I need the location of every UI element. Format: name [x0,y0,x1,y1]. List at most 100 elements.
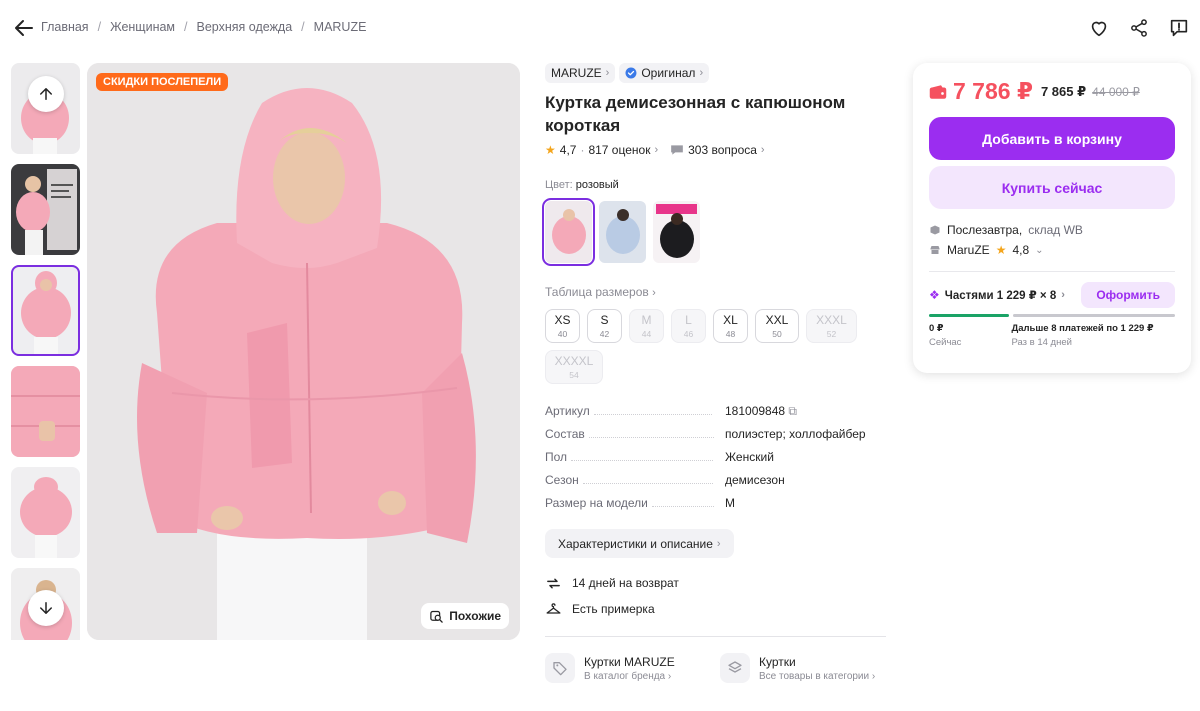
size-table-link[interactable]: Таблица размеров › [545,285,887,299]
installments-button[interactable]: Оформить [1081,282,1175,308]
delivery-where: склад WB [1028,223,1083,237]
plan-now-label: Сейчас [929,337,962,348]
current-price: 7 786 ₽ [953,78,1033,104]
star-icon: ★ [995,243,1007,257]
star-icon: ★ [545,143,556,157]
installments-icon: ❖ [929,288,940,302]
progress-now [929,314,1009,317]
reviews-link[interactable]: 817 оценок [588,143,650,157]
seller-info[interactable]: MaruZE ★ 4,8 ⌄ [929,241,1175,259]
spec-key: Состав [545,427,585,441]
hanger-icon [546,602,561,614]
plan-later-amount: Дальше 8 платежей по 1 229 ₽ [1011,323,1154,334]
spec-value: полиэстер; холлофайбер [725,427,866,441]
thumbnail-down-button[interactable] [28,590,64,626]
tag-icon [545,653,575,683]
layers-icon [720,653,750,683]
thumbnail-strip [11,63,81,640]
thumbnail-4[interactable] [11,366,80,457]
breadcrumb-item[interactable]: Женщинам [110,20,175,34]
breadcrumb-item[interactable]: Верхняя одежда [197,20,293,34]
delivery-info: Послезавтра, склад WB [929,221,1175,239]
brand-chip[interactable]: MARUZE › [545,63,616,83]
category-link[interactable]: Куртки Все товары в категории › [720,653,879,683]
spec-value: Женский [725,450,774,464]
report-icon[interactable] [1166,15,1192,41]
similar-button[interactable]: Похожие [421,603,509,629]
chevron-right-icon: › [605,67,610,79]
size-option-xxl[interactable]: XXL 50 [755,309,799,343]
catalog-links: Куртки MARUZE В каталог бренда › Куртки … [545,653,887,683]
chevron-right-icon: › [760,144,765,156]
size-option-xs[interactable]: XS 40 [545,309,580,343]
link-subtitle-text: Все товары в категории [759,670,870,682]
seller-name: MaruZE [947,243,990,257]
buy-now-button[interactable]: Купить сейчас [929,166,1175,209]
thumbnail-up-button[interactable] [28,76,64,112]
size-ru: 42 [599,329,610,339]
rating-value: 4,7 [559,143,577,157]
size-label: M [641,313,652,327]
spec-row: Состав полиэстер; холлофайбер [545,427,887,450]
size-option-xxxl-unavailable: XXXL 52 [806,309,857,343]
add-to-cart-button[interactable]: Добавить в корзину [929,117,1175,160]
breadcrumb: Главная / Женщинам / Верхняя одежда / MA… [41,20,366,34]
size-option-s[interactable]: S 42 [587,309,622,343]
breadcrumb-item[interactable]: MARUZE [314,20,367,34]
spec-value: M [725,496,735,510]
feature-fitting: Есть примерка [545,596,887,622]
color-label-key: Цвет: [545,179,573,191]
swatch-black[interactable] [653,201,700,263]
spec-row: Размер на модели M [545,496,887,519]
feature-return: 14 дней на возврат [545,570,887,596]
main-product-photo[interactable]: СКИДКИ ПОСЛЕПЕЛИ Похожие [87,63,520,640]
rating-row: ★ 4,7 · 817 оценок › 303 вопроса › [545,143,887,157]
thumbnail-2[interactable] [11,164,80,255]
back-arrow-icon[interactable] [12,16,36,40]
installments-info[interactable]: ❖ Частями 1 229 ₽ × 8 › [929,288,1065,302]
brand-chips: MARUZE › Оригинал › [545,63,887,83]
plan-later: Дальше 8 платежей по 1 229 ₽ Раз в 14 дн… [1011,323,1153,348]
size-option-xl[interactable]: XL 48 [713,309,748,343]
spec-value: демисезон [725,473,785,487]
feature-label: 14 дней на возврат [572,576,679,590]
delivery-when: Послезавтра, [947,223,1023,237]
size-label: XXL [765,313,789,327]
size-label: XXXL [816,313,847,327]
characteristics-button[interactable]: Характеристики и описание › [545,529,734,558]
plan-now: 0 ₽ Сейчас [929,323,961,348]
return-arrows-icon [547,578,560,588]
color-swatches [542,198,887,266]
spec-leader [588,437,714,438]
spec-row: Артикул 181009848 ⧉ [545,404,887,427]
plan-later-label: Раз в 14 дней [1011,337,1072,348]
original-chip[interactable]: Оригинал › [619,63,710,83]
shop-icon [930,246,940,254]
breadcrumb-item[interactable]: Главная [41,20,89,34]
chevron-right-icon: › [1061,289,1065,301]
thumbnail-5[interactable] [11,467,80,558]
spec-key: Пол [545,450,568,464]
size-ru: 44 [641,329,652,339]
chevron-right-icon: › [716,537,721,550]
questions-link[interactable]: 303 вопроса [688,143,757,157]
size-ru: 52 [826,329,837,339]
spec-leader [582,483,713,484]
copy-icon[interactable]: ⧉ [788,404,797,418]
size-ru: 48 [725,329,736,339]
swatch-blue[interactable] [599,201,646,263]
size-list: XS 40 S 42 M 44 L 46 XL 48 XXL 50 XXXL 52 XXXXL… [545,309,865,384]
size-label: XXXXL [554,354,594,368]
thumbnail-3-selected[interactable] [11,265,80,356]
spec-row: Пол Женский [545,450,887,473]
wallet-icon [929,84,947,99]
swatch-pink[interactable] [542,198,595,266]
heart-icon[interactable] [1086,15,1112,41]
size-option-xxxxl-unavailable: XXXXL 54 [545,350,603,384]
size-ru: 50 [772,329,782,339]
size-option-l-unavailable: L 46 [671,309,706,343]
chevron-down-icon: ⌄ [1035,244,1044,256]
breadcrumb-separator: / [184,20,188,34]
brand-catalog-link[interactable]: Куртки MARUZE В каталог бренда › [545,653,704,683]
share-icon[interactable] [1126,15,1152,41]
